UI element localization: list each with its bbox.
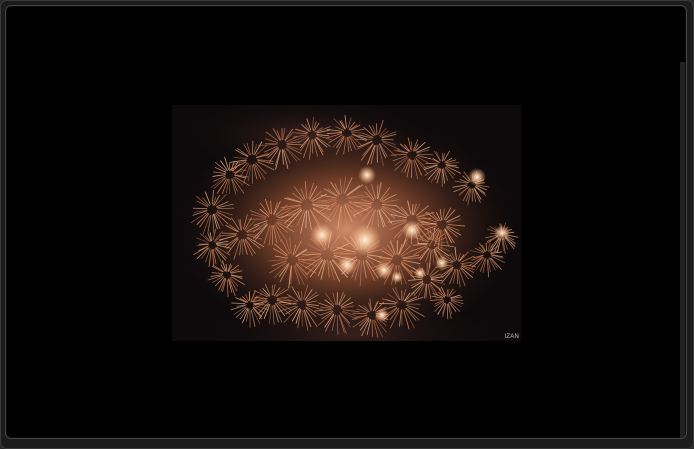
firework-glow (337, 255, 357, 275)
firework-spark (420, 223, 437, 226)
scrollbar[interactable] (680, 62, 685, 438)
image-viewer: IZAN (5, 5, 687, 439)
firework-glow (391, 271, 403, 283)
firework-glow (468, 168, 486, 186)
fireworks-photo: IZAN (172, 105, 521, 341)
firework-glow (402, 220, 422, 240)
window-frame: IZAN (0, 0, 694, 449)
firework-glow (310, 223, 334, 247)
firework-glow (375, 261, 393, 279)
watermark: IZAN (504, 334, 519, 340)
firework-glow (349, 224, 381, 256)
firework-glow (375, 308, 389, 322)
fireworks-image (172, 105, 521, 341)
firework-glow (358, 166, 376, 184)
firework-spark (311, 138, 314, 154)
firework-glow (435, 256, 449, 270)
firework-glow (494, 225, 510, 241)
firework-glow (414, 267, 426, 279)
